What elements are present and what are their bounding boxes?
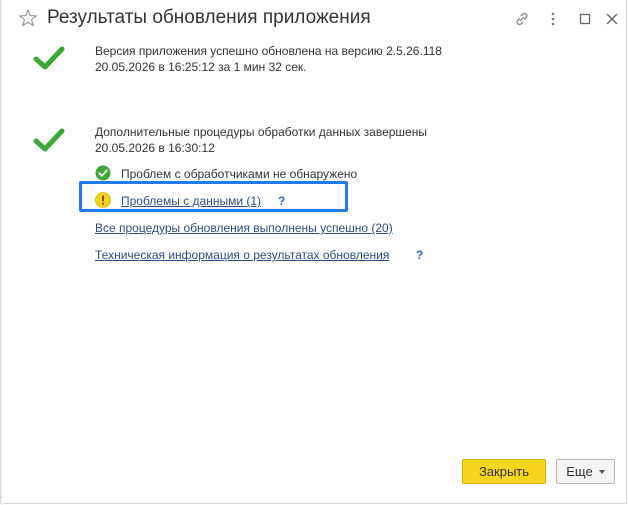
window-title: Результаты обновления приложения (47, 7, 371, 28)
data-problems-help[interactable]: ? (278, 194, 285, 209)
close-button[interactable]: Закрыть (462, 459, 546, 484)
window-edge (1, 0, 3, 505)
update-version-text: Версия приложения успешно обновлена на в… (95, 44, 442, 58)
update-results-window: Результаты обновления приложения Версия … (0, 0, 627, 505)
more-vertical-icon[interactable] (542, 8, 564, 30)
close-icon[interactable] (601, 8, 623, 30)
checkmark-icon (33, 127, 65, 153)
star-icon[interactable] (18, 8, 38, 28)
more-button[interactable]: Еще (556, 459, 615, 484)
all-procedures-link[interactable]: Все процедуры обновления выполнены успеш… (95, 221, 393, 236)
warning-icon (95, 192, 111, 208)
maximize-icon[interactable] (574, 8, 596, 30)
handlers-status-text: Проблем с обработчиками не обнаружено (121, 167, 358, 181)
chevron-down-icon (598, 470, 605, 474)
data-problems-link[interactable]: Проблемы с данными (1) (121, 194, 261, 209)
procedures-status-text: Дополнительные процедуры обработки данны… (95, 125, 427, 139)
checkmark-icon (33, 45, 65, 71)
link-icon[interactable] (511, 8, 533, 30)
more-button-label: Еще (566, 464, 593, 479)
close-button-label: Закрыть (478, 464, 530, 479)
tech-info-link[interactable]: Техническая информация о результатах обн… (95, 248, 389, 263)
checkmark-circle-icon (95, 165, 111, 181)
procedures-timestamp: 20.05.2026 в 16:30:12 (95, 141, 215, 155)
update-timestamp: 20.05.2026 в 16:25:12 за 1 мин 32 сек. (95, 60, 307, 74)
tech-info-help[interactable]: ? (416, 248, 423, 263)
